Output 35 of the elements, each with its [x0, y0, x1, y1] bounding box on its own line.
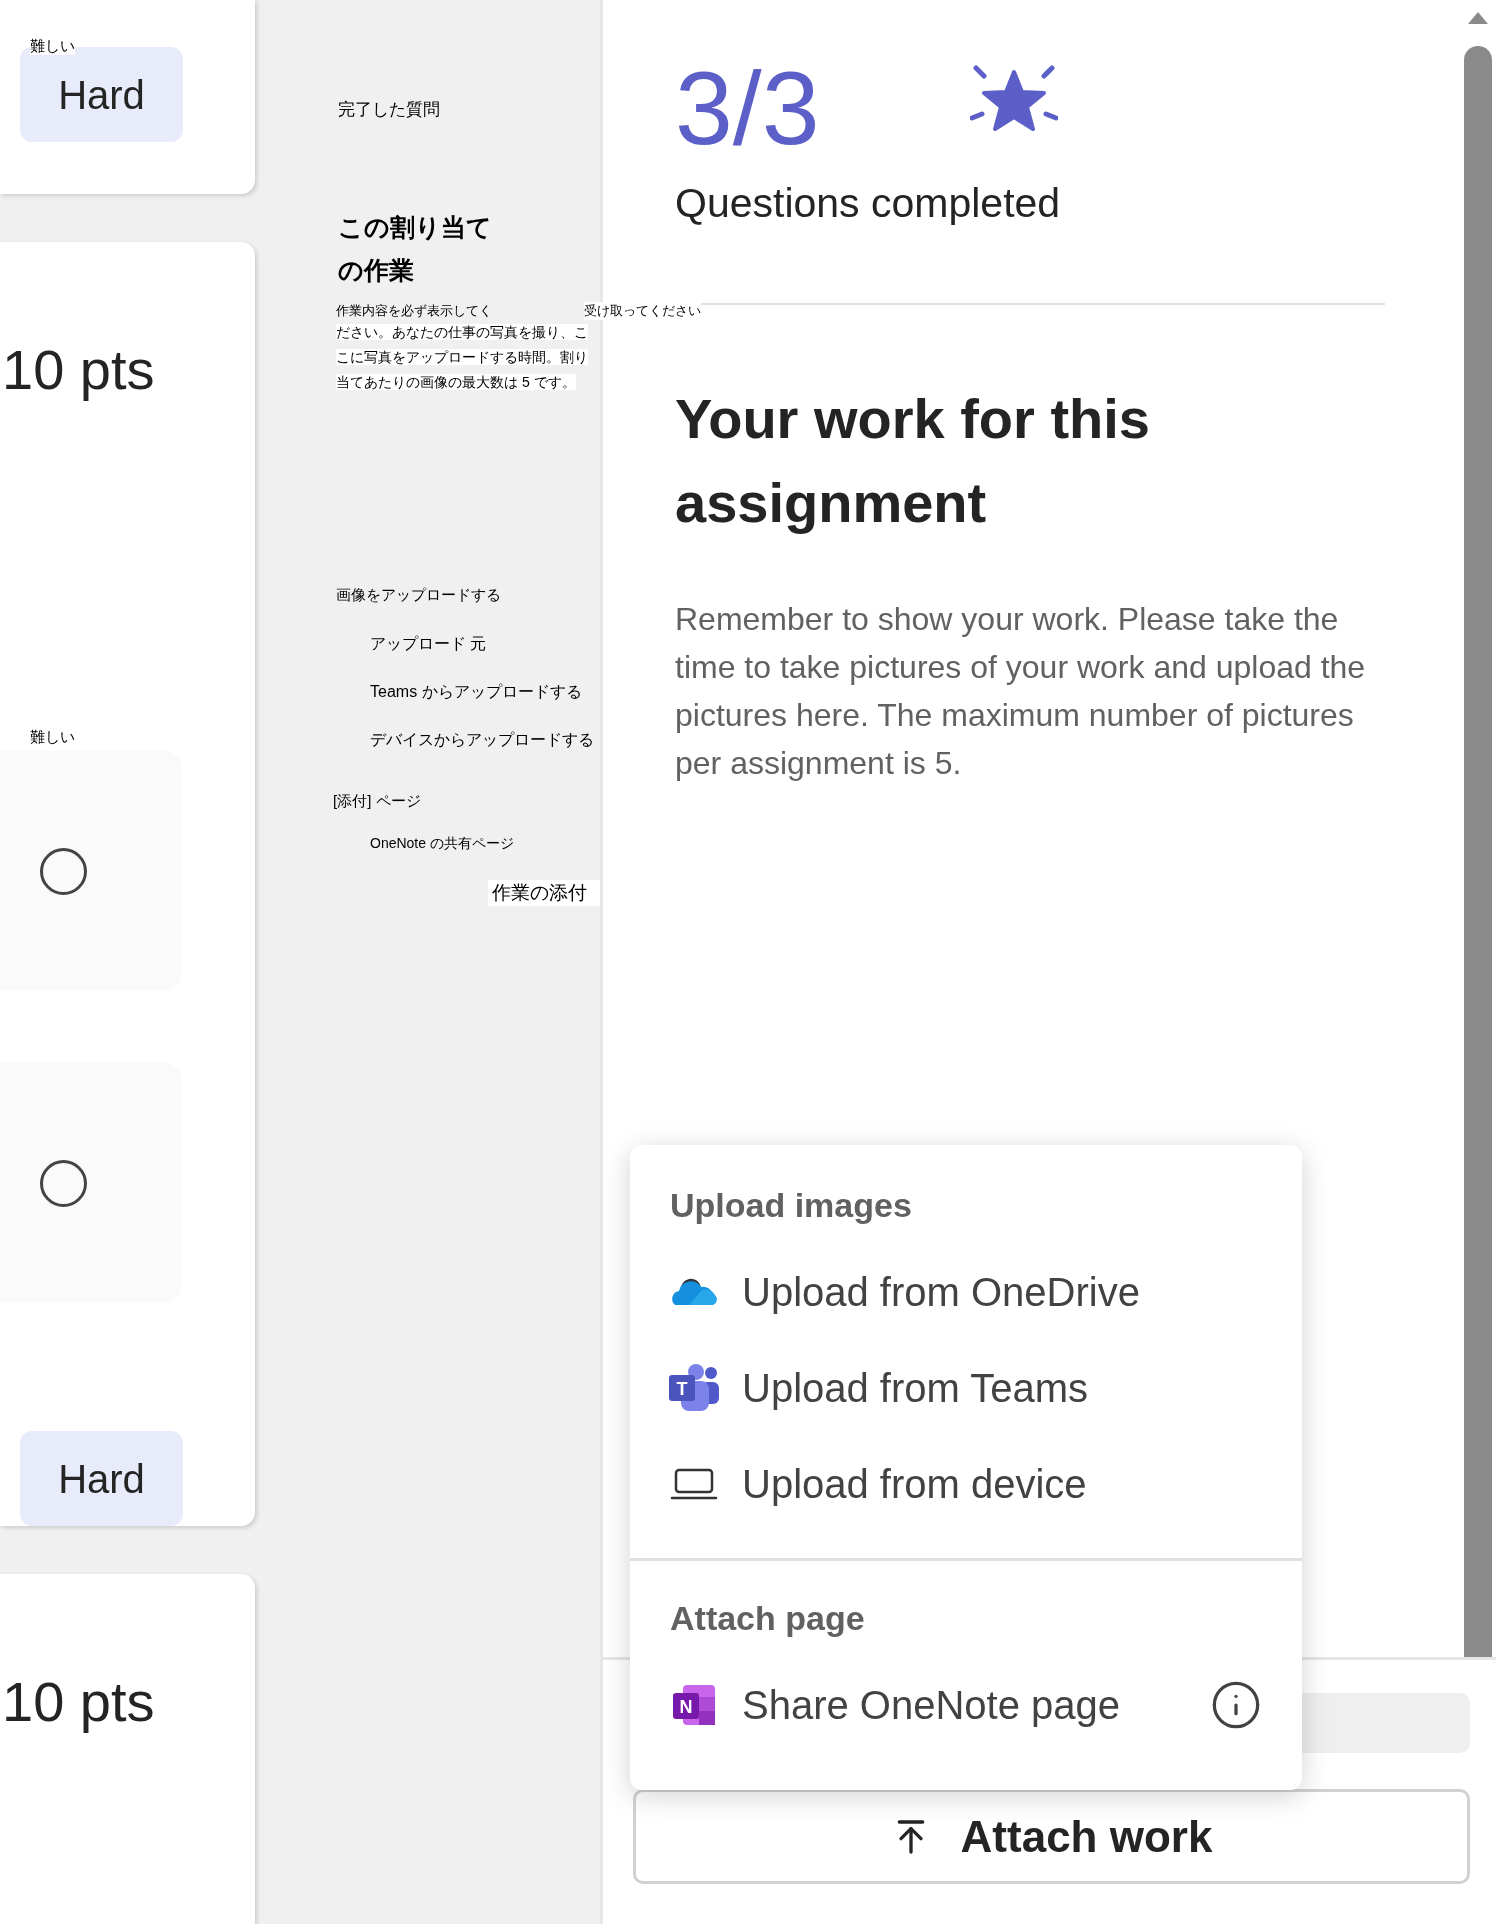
instructions-text: Remember to show your work. Please take the time to take pictures of your work and upload the pictures here. The maximum number of pictures per assignment is 5.: [675, 600, 1367, 783]
instruction-text: 受け取ってください: [584, 302, 701, 320]
difficulty-note: 難しい: [30, 37, 75, 55]
menu-item[interactable]: T Upload from Teams: [630, 1340, 1302, 1436]
menu-text: デバイスからアップロードする: [370, 730, 594, 750]
menu-item[interactable]: Upload from device: [630, 1436, 1302, 1532]
radio-button[interactable]: [40, 1159, 87, 1207]
menu-text: アップロード 元: [370, 634, 487, 654]
menu-text: OneNote の共有ページ: [370, 834, 514, 853]
instruction-text: ださい。あなたの仕事の写真を撮り、ここに写真をアップロードする時間。割り当てあたりの画像の最大数は 5 です。: [336, 323, 589, 392]
completed-label: 完了した質問: [338, 99, 440, 121]
cloud-icon: [671, 1277, 717, 1307]
difficulty-badge: Hard: [20, 1431, 183, 1526]
info-icon[interactable]: [1210, 1679, 1262, 1731]
progress-count: 3/3: [675, 49, 820, 168]
menu-item[interactable]: Upload from OneDrive: [630, 1244, 1302, 1340]
attach-work-button[interactable]: Attach work: [633, 1789, 1470, 1884]
work-heading: この割り当ての作業: [338, 212, 493, 286]
points-label: 10 pts: [1, 337, 156, 403]
menu-section-title: Upload images: [669, 1185, 913, 1226]
scroll-up-icon[interactable]: [1466, 10, 1490, 26]
menu-item[interactable]: N Share OneNote page: [630, 1657, 1302, 1753]
section-label: 画像をアップロードする: [336, 585, 501, 605]
section-title: Your work for this assignment: [675, 386, 1151, 536]
button-text: 作業の添付: [488, 880, 600, 906]
section-label: [添付] ページ: [333, 791, 421, 811]
scroll-thumb[interactable]: [1464, 46, 1492, 1657]
progress-label: Questions completed: [675, 179, 1062, 228]
radio-button[interactable]: [40, 847, 87, 895]
points-label: 10 pts: [1, 1669, 156, 1735]
laptop-icon: [670, 1467, 718, 1501]
menu-text: Teams からアップロードする: [370, 682, 582, 702]
instruction-text: 作業内容を必ず表示してく: [336, 302, 492, 320]
difficulty-note: 難しい: [30, 728, 75, 746]
menu-section-title: Attach page: [669, 1598, 866, 1639]
